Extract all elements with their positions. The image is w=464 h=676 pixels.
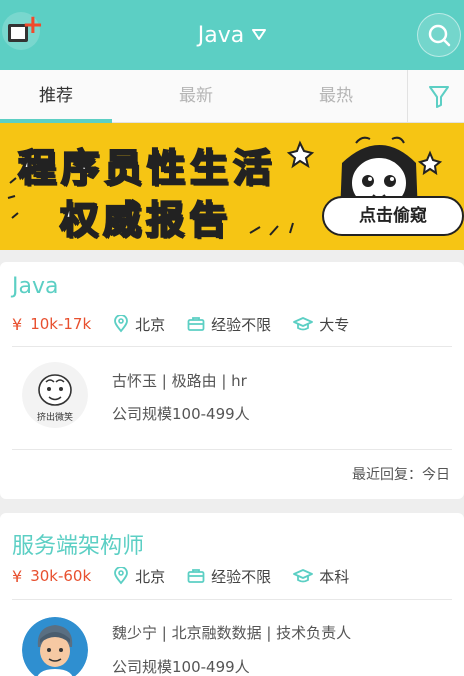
- hr-info: 古怀玉 | 极路由 | hr: [112, 372, 247, 390]
- divider: [12, 449, 452, 450]
- tab-hottest[interactable]: 最热: [280, 70, 392, 123]
- city: 北京: [135, 315, 166, 334]
- company-size: 公司规模100-499人: [112, 658, 250, 676]
- job-card[interactable]: 服务端架构师 ¥ 30k-60k 北京 经验不限 本科 魏少宁 | 北京融数数据…: [0, 513, 464, 676]
- job-meta: ¥ 10k-17k 北京 经验不限 大专: [12, 313, 371, 335]
- experience: 经验不限: [211, 315, 272, 334]
- page-title: Java: [197, 22, 245, 48]
- title-dropdown[interactable]: Java: [0, 0, 464, 70]
- banner-cta-label: 点击偷窥: [359, 206, 427, 226]
- tab-recommended[interactable]: 推荐: [0, 70, 112, 123]
- salary: 30k-60k: [30, 567, 92, 585]
- search-icon: [428, 24, 451, 47]
- graduation-cap-icon: [293, 569, 314, 583]
- yen-icon: ¥: [12, 314, 23, 334]
- caret-down-icon: [252, 29, 267, 40]
- search-button[interactable]: [417, 13, 461, 57]
- education: 大专: [319, 315, 350, 334]
- job-title[interactable]: 服务端架构师: [12, 528, 144, 560]
- tab-latest[interactable]: 最新: [140, 70, 252, 123]
- banner-subheadline: 权威报告: [59, 197, 233, 243]
- graduation-cap-icon: [293, 317, 314, 331]
- education: 本科: [319, 567, 350, 586]
- company-size: 公司规模100-499人: [112, 405, 250, 423]
- hr-info: 魏少宁 | 北京融数数据 | 技术负责人: [112, 624, 352, 642]
- location-pin-icon: [114, 567, 129, 585]
- yen-icon: ¥: [12, 566, 23, 586]
- divider: [12, 599, 452, 600]
- avatar-image: [22, 617, 88, 676]
- banner-headline: 程序员性生活: [17, 145, 277, 191]
- filter-button[interactable]: [408, 70, 464, 123]
- avatar[interactable]: 挤出微笑: [22, 362, 88, 428]
- city: 北京: [135, 567, 166, 586]
- briefcase-icon: [187, 317, 205, 331]
- divider: [12, 346, 452, 347]
- briefcase-icon: [187, 569, 205, 583]
- banner-cta-button[interactable]: 点击偷窥: [322, 196, 464, 236]
- avatar[interactable]: [22, 617, 88, 676]
- job-meta: ¥ 30k-60k 北京 经验不限 本科: [12, 565, 371, 587]
- filter-icon: [429, 86, 449, 108]
- location-pin-icon: [114, 315, 129, 333]
- job-title[interactable]: Java: [12, 274, 58, 299]
- experience: 经验不限: [211, 567, 272, 586]
- last-reply: 最近回复：今日: [352, 467, 450, 483]
- job-card[interactable]: Java ¥ 10k-17k 北京 经验不限 大专 挤出微笑 古怀玉 | 极路由…: [0, 262, 464, 499]
- avatar-caption: 挤出微笑: [36, 413, 73, 423]
- salary: 10k-17k: [30, 315, 92, 333]
